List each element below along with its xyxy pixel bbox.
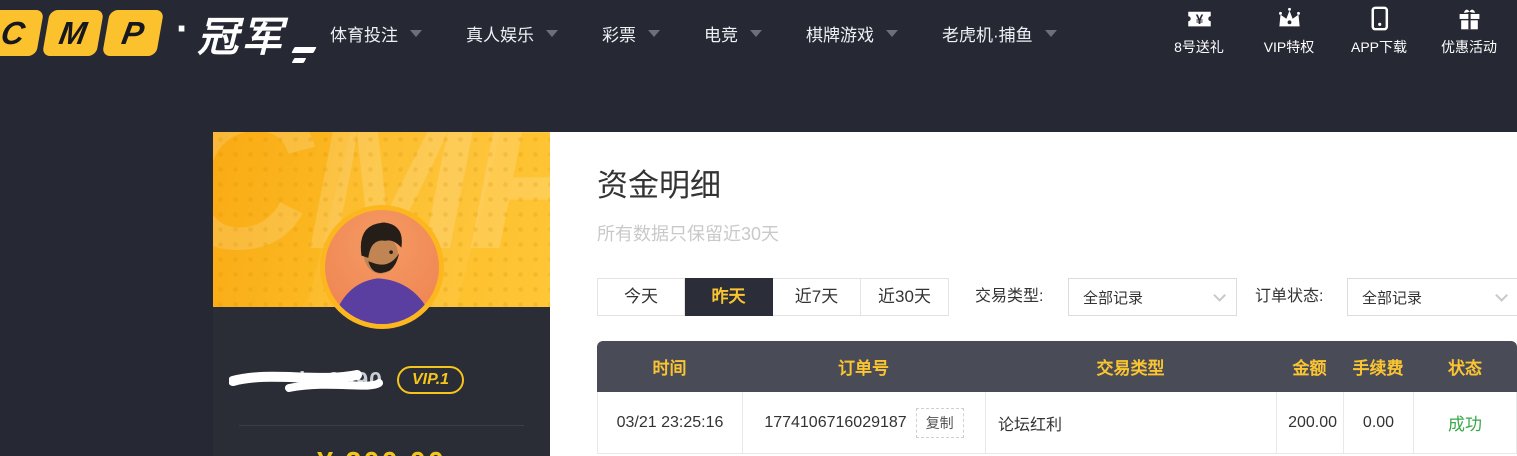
column-header-time: 时间 xyxy=(652,359,687,378)
divider xyxy=(239,425,524,426)
nav-label: 棋牌游戏 xyxy=(806,25,874,45)
order-status-label: 订单状态: xyxy=(1255,288,1324,305)
ticket-yen-icon: ¥ xyxy=(1186,5,1213,32)
nav-item-live-casino[interactable]: 真人娱乐 xyxy=(466,21,558,46)
tab-last30days[interactable]: 近30天 xyxy=(861,278,949,316)
nav-label: 老虎机·捕鱼 xyxy=(942,25,1033,45)
avatar-player-illustration xyxy=(331,222,434,324)
column-header-status: 状态 xyxy=(1448,359,1482,378)
quick-links: ¥ 8号送礼 VIP特权 APP下载 优惠活动 xyxy=(1165,5,1503,57)
gift-icon xyxy=(1456,5,1483,32)
nav-label: 体育投注 xyxy=(330,25,398,45)
logo-dash xyxy=(291,47,317,53)
quick-link-label: VIP特权 xyxy=(1263,39,1315,55)
main-menu: 体育投注 真人娱乐 彩票 电竞 棋牌游戏 老虎机·捕鱼 xyxy=(330,0,1057,66)
chevron-down-icon xyxy=(410,29,422,37)
logo-dot: · xyxy=(176,6,190,51)
logo-letter: M xyxy=(56,14,90,51)
username: bc9090 xyxy=(228,366,383,394)
quick-link-gift-day[interactable]: ¥ 8号送礼 xyxy=(1165,5,1233,57)
nav-item-sports[interactable]: 体育投注 xyxy=(330,21,422,46)
nav-item-slots-fishing[interactable]: 老虎机·捕鱼 xyxy=(942,21,1057,46)
page-subtitle: 所有数据只保留近30天 xyxy=(597,224,780,244)
logo-brand-name: 冠军 xyxy=(197,3,317,63)
page-title: 资金明细 xyxy=(597,168,721,203)
column-header-fee: 手续费 xyxy=(1352,359,1404,378)
logo-letter-box: M xyxy=(41,10,105,56)
cell-status: 成功 xyxy=(1413,392,1517,453)
username-text: bc9090 xyxy=(298,366,383,393)
profile-name-row: bc9090 VIP.1 xyxy=(213,366,550,394)
logo-letter-box: P xyxy=(101,10,165,56)
top-navigation-bar: C M P · 冠军 体育投注 真人娱乐 彩票 电竞 棋牌游戏 老虎机·捕鱼 ¥… xyxy=(0,0,1517,66)
order-number: 1774106716029187 xyxy=(764,413,907,431)
nav-label: 电竞 xyxy=(704,25,738,45)
column-header-amount: 金额 xyxy=(1292,359,1327,378)
transaction-type-label: 交易类型: xyxy=(975,288,1044,305)
chevron-down-icon xyxy=(648,29,660,37)
logo-letter-box: C xyxy=(0,10,45,56)
column-header-type: 交易类型 xyxy=(1096,359,1165,378)
nav-label: 真人娱乐 xyxy=(466,25,534,45)
cell-amount: 200.00 xyxy=(1276,392,1343,453)
tab-last7days[interactable]: 近7天 xyxy=(773,278,861,316)
quick-link-label: 8号送礼 xyxy=(1174,39,1224,55)
date-range-tabs: 今天 昨天 近7天 近30天 xyxy=(597,278,949,316)
vip-level-badge: VIP.1 xyxy=(396,366,465,394)
crown-icon xyxy=(1276,5,1303,32)
nav-item-esports[interactable]: 电竞 xyxy=(704,21,762,46)
cell-fee: 0.00 xyxy=(1343,392,1413,453)
tab-today[interactable]: 今天 xyxy=(597,278,685,316)
chevron-down-icon xyxy=(886,29,898,37)
quick-link-app-download[interactable]: APP下载 xyxy=(1345,5,1413,57)
quick-link-vip[interactable]: VIP特权 xyxy=(1255,5,1323,57)
cell-transaction-type: 论坛红利 xyxy=(985,392,1276,453)
column-header-order-no: 订单号 xyxy=(838,359,889,378)
logo-letter: P xyxy=(119,14,147,51)
status-badge: 成功 xyxy=(1448,415,1482,434)
account-balance: ¥ 200.00 xyxy=(213,447,550,456)
chevron-down-icon xyxy=(546,29,558,37)
phone-icon xyxy=(1366,5,1393,32)
quick-link-promotions[interactable]: 优惠活动 xyxy=(1435,5,1503,57)
funds-table: 时间 订单号 交易类型 金额 手续费 状态 03/21 23:25:16 177… xyxy=(597,341,1517,454)
cell-time: 03/21 23:25:16 xyxy=(597,392,742,453)
copy-button[interactable]: 复制 xyxy=(915,407,964,438)
select-value: 全部记录 xyxy=(1362,289,1423,307)
page: C M P · 冠军 体育投注 真人娱乐 彩票 电竞 棋牌游戏 老虎机·捕鱼 ¥… xyxy=(0,0,1517,456)
logo-dash xyxy=(291,58,307,63)
cell-order-no: 1774106716029187 复制 xyxy=(742,392,985,453)
nav-item-board-games[interactable]: 棋牌游戏 xyxy=(806,21,898,46)
table-row: 03/21 23:25:16 1774106716029187 复制 论坛红利 … xyxy=(597,392,1517,454)
transaction-type-select[interactable]: 全部记录 xyxy=(1068,278,1237,316)
chevron-down-icon xyxy=(1495,288,1508,302)
quick-link-label: 优惠活动 xyxy=(1441,39,1497,55)
chevron-down-icon xyxy=(1213,288,1226,302)
brand-logo[interactable]: C M P · 冠军 xyxy=(0,3,317,63)
avatar[interactable] xyxy=(319,205,444,329)
nav-label: 彩票 xyxy=(602,25,636,45)
chevron-down-icon xyxy=(750,29,762,37)
svg-text:¥: ¥ xyxy=(1195,12,1203,27)
chevron-down-icon xyxy=(1044,29,1057,37)
tab-yesterday[interactable]: 昨天 xyxy=(685,278,773,316)
nav-item-lottery[interactable]: 彩票 xyxy=(602,21,660,46)
quick-link-label: APP下载 xyxy=(1350,39,1407,55)
logo-letter: C xyxy=(0,14,28,51)
funds-detail-panel: 资金明细 所有数据只保留近30天 今天 昨天 近7天 近30天 交易类型: 全部… xyxy=(550,132,1517,456)
select-value: 全部记录 xyxy=(1083,289,1144,307)
table-header: 时间 订单号 交易类型 金额 手续费 状态 xyxy=(597,341,1517,392)
order-status-select[interactable]: 全部记录 xyxy=(1347,278,1517,316)
profile-panel: CMP bc9090 VIP.1 ¥ 200. xyxy=(213,132,550,456)
